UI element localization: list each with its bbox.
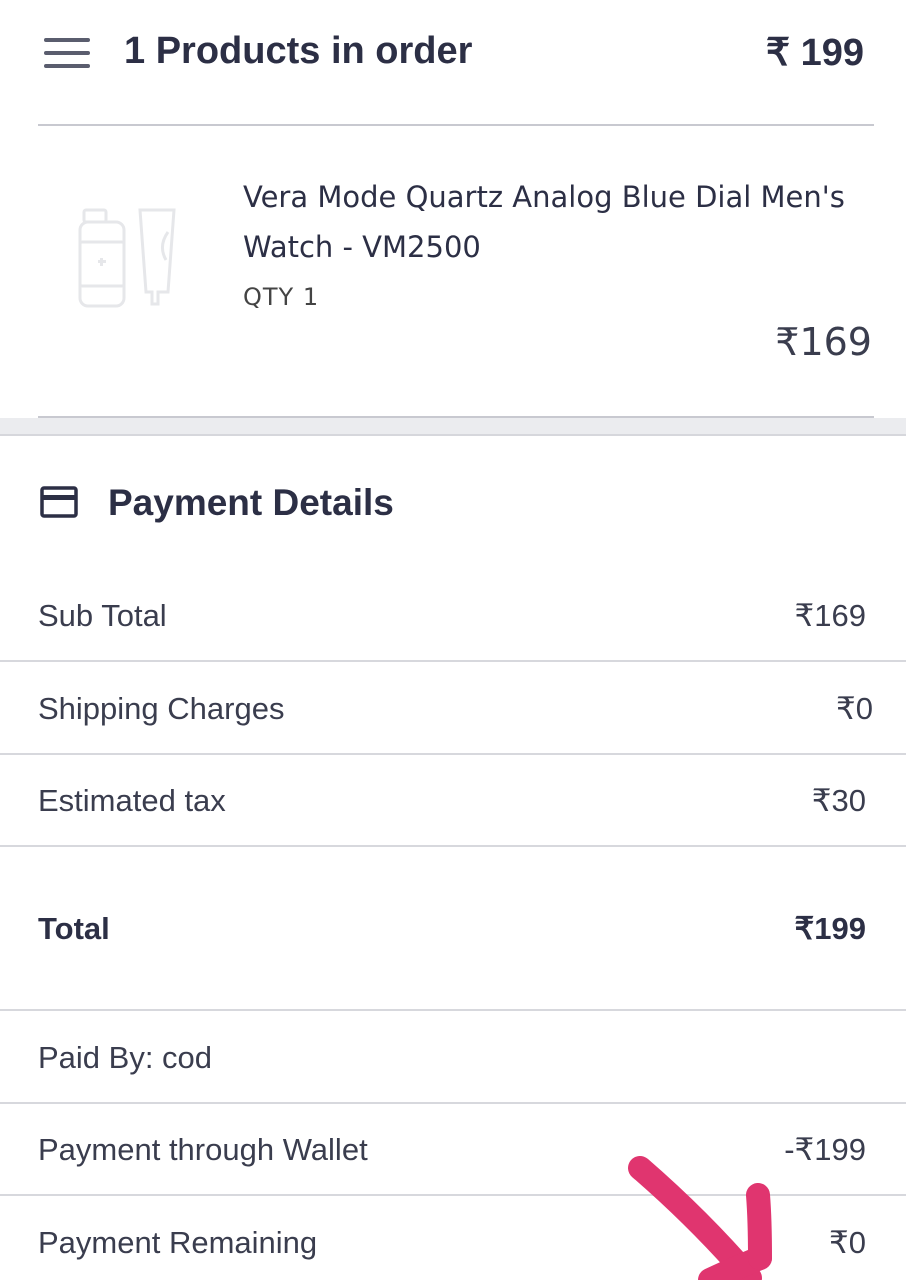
divider <box>0 1102 906 1104</box>
order-header: 1 Products in order ₹ 199 <box>0 0 906 125</box>
divider <box>0 660 906 662</box>
product-quantity: QTY 1 <box>243 283 320 311</box>
order-summary-page: 1 Products in order ₹ 199 Vera Mode Quar… <box>0 0 906 1280</box>
row-value: ₹0 <box>829 1225 866 1260</box>
row-label: Payment Remaining <box>38 1225 318 1260</box>
product-price: ₹169 <box>775 320 872 364</box>
row-value: ₹199 <box>794 911 866 946</box>
divider <box>38 124 874 126</box>
row-label: Estimated tax <box>38 783 226 818</box>
hamburger-menu-icon[interactable] <box>44 38 92 70</box>
section-separator <box>0 418 906 436</box>
payment-details-title: Payment Details <box>108 482 394 523</box>
row-label: Shipping Charges <box>38 691 285 726</box>
row-value: ₹0 <box>836 691 873 726</box>
order-products-count-title: 1 Products in order <box>124 30 473 72</box>
row-label: Payment through Wallet <box>38 1132 368 1167</box>
row-label: Paid By: cod <box>38 1040 213 1075</box>
row-value: ₹30 <box>811 783 866 818</box>
product-name[interactable]: Vera Mode Quartz Analog Blue Dial Men's … <box>243 172 863 272</box>
row-label: Total <box>38 911 110 946</box>
product-placeholder-icon <box>70 208 182 312</box>
divider <box>0 845 906 847</box>
divider <box>0 1009 906 1011</box>
divider <box>0 753 906 755</box>
pink-arrow-annotation <box>610 1140 810 1280</box>
row-value: ₹169 <box>794 598 866 633</box>
row-label: Sub Total <box>38 598 167 633</box>
order-total-amount: ₹ 199 <box>765 32 864 74</box>
credit-card-icon <box>40 486 78 518</box>
